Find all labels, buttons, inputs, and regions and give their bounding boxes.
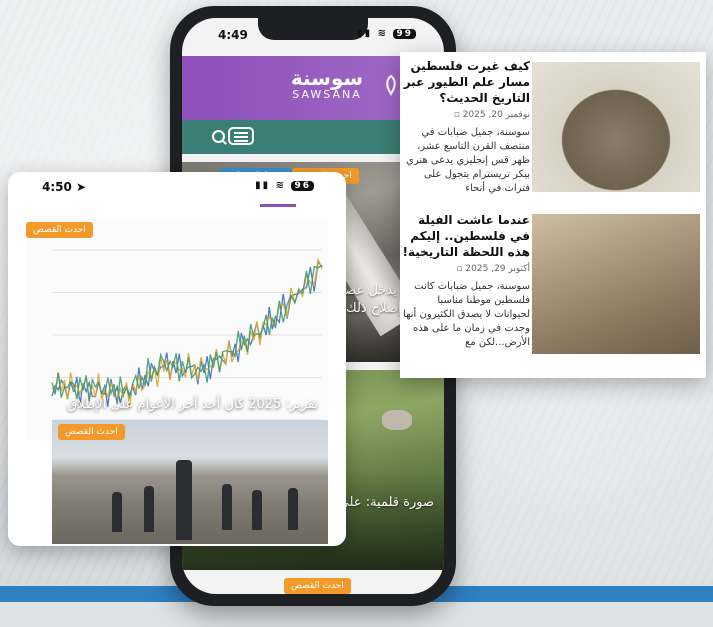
person-shape	[112, 492, 122, 532]
battery-icon: 96	[291, 181, 314, 191]
person-shape	[144, 486, 154, 532]
battery-icon: 99	[393, 29, 416, 39]
time-text: 4:50	[42, 180, 72, 194]
logo-english: SAWSANA	[292, 88, 362, 101]
signal-icon: ▮▮	[255, 180, 271, 191]
app-logo[interactable]: سوسنة SAWSANA	[272, 66, 396, 101]
status-time: 4:49	[218, 28, 248, 42]
article-title[interactable]: عندما عاشت الفيلة في فلسطين.. إليكم هذه …	[402, 212, 530, 260]
location-icon: ➤	[76, 180, 87, 194]
signal-icon: ▮▮	[357, 28, 373, 39]
article-date: أكتوبر 29, 2025 ▫	[402, 264, 530, 274]
category-badge[interactable]: احدث القصص	[58, 424, 125, 440]
status-time: 4:50 ➤	[42, 180, 86, 194]
status-icons: ▮▮ ≋ 99	[357, 28, 416, 39]
article-excerpt: سوسنة، جميل ضبابات في منتصف القرن التاسع…	[406, 127, 530, 194]
articles-card: كيف غيرت فلسطين مسار علم الطيور عبر التا…	[400, 52, 706, 378]
person-shape	[288, 488, 298, 530]
person-shape	[252, 490, 262, 530]
search-icon[interactable]	[212, 130, 225, 143]
active-tab-indicator	[260, 204, 296, 207]
category-badge[interactable]: احدث القصص	[26, 222, 93, 238]
elephant-history-image[interactable]	[532, 214, 700, 354]
date-text: نوفمبر 20, 2025	[462, 110, 530, 120]
date-text: أكتوبر 29, 2025	[465, 264, 530, 274]
wifi-icon: ≋	[275, 180, 286, 191]
calendar-icon: ▫	[456, 264, 463, 274]
chart-article-card[interactable]: 1880190019201940196019802000 تقرير: 2025…	[26, 220, 328, 440]
logo-arabic: سوسنة	[290, 66, 364, 90]
owl-image[interactable]	[532, 62, 700, 192]
person-shape	[176, 460, 192, 540]
article-caption: تقرير: 2025 كان أحد أحر الأعوام على الإط…	[67, 397, 318, 412]
rock-shape	[382, 410, 412, 430]
calendar-icon: ▫	[453, 110, 460, 120]
chart-series-line-1	[51, 257, 323, 408]
article-excerpt: سوسنة، جميل ضبابات كانت فلسطين موطنا منا…	[403, 281, 530, 348]
article-title[interactable]: كيف غيرت فلسطين مسار علم الطيور عبر التا…	[402, 58, 530, 106]
person-shape	[222, 484, 232, 530]
status-bar: 4:49 ▮▮ ≋ 99	[182, 26, 444, 44]
status-icons: ▮▮ ≋ 96	[255, 180, 314, 191]
wifi-icon: ≋	[377, 28, 388, 39]
article-date: نوفمبر 20, 2025 ▫	[402, 110, 530, 120]
flower-logo-icon	[384, 74, 396, 96]
menu-button[interactable]	[228, 127, 254, 145]
category-badge[interactable]: احدث القصص	[284, 578, 351, 594]
status-bar: 4:50 ➤ ▮▮ ≋ 96	[8, 178, 346, 196]
secondary-phone: 4:50 ➤ ▮▮ ≋ 96 1880190019201940196019802…	[8, 172, 346, 546]
